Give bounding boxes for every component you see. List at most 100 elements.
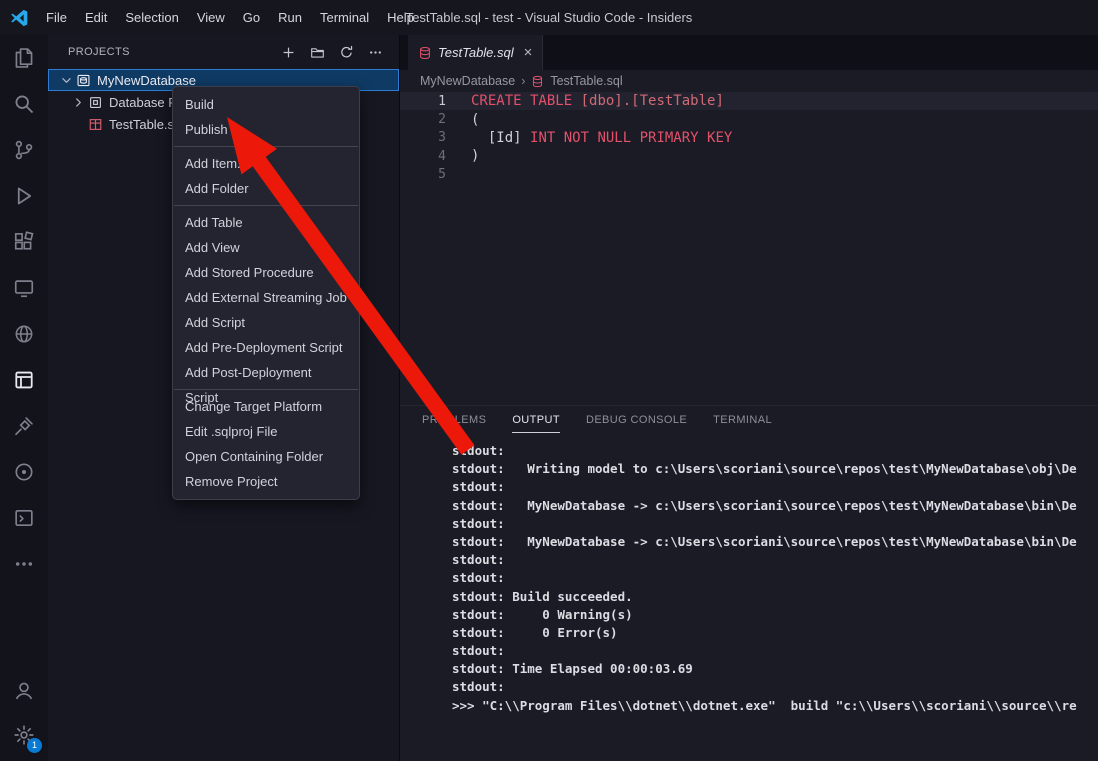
context-menu-item-add-post-deployment-script[interactable]: Add Post-Deployment Script <box>173 360 359 385</box>
database-file-icon <box>531 75 544 88</box>
sidebar-header: PROJECTS <box>48 35 399 69</box>
references-icon <box>88 95 103 110</box>
menu-run[interactable]: Run <box>269 0 311 35</box>
panel-tab-bar: PROBLEMS OUTPUT DEBUG CONSOLE TERMINAL <box>400 406 1098 434</box>
remote-explorer-icon <box>13 277 35 299</box>
activity-bar-item-live-share[interactable] <box>0 311 48 357</box>
add-icon <box>281 45 296 60</box>
output-line: >>> "C:\\Program Files\\dotnet\\dotnet.e… <box>452 697 1098 715</box>
context-menu-item-build[interactable]: Build <box>173 92 359 117</box>
line-number: 4 <box>400 149 446 164</box>
context-menu-item-add-view[interactable]: Add View <box>173 235 359 260</box>
output-console[interactable]: stdout:stdout: Writing model to c:\Users… <box>400 434 1098 761</box>
menu-terminal[interactable]: Terminal <box>311 0 378 35</box>
panel-tab-output[interactable]: OUTPUT <box>512 414 560 426</box>
tab-label: TestTable.sql <box>438 45 514 60</box>
context-menu-item-add-folder[interactable]: Add Folder <box>173 176 359 201</box>
activity-bar-item-settings[interactable]: 1 <box>0 713 48 757</box>
context-menu-item-edit-sqlproj-file[interactable]: Edit .sqlproj File <box>173 419 359 444</box>
context-menu-item-add-pre-deployment-script[interactable]: Add Pre-Deployment Script <box>173 335 359 360</box>
line-number: 5 <box>400 167 446 182</box>
breadcrumb: MyNewDatabase › TestTable.sql <box>400 70 1098 92</box>
line-number: 1 <box>400 94 446 109</box>
menu-selection[interactable]: Selection <box>116 0 187 35</box>
line-number: 2 <box>400 112 446 127</box>
panel-tab-terminal[interactable]: TERMINAL <box>713 414 772 426</box>
tab-close-icon[interactable]: × <box>524 45 533 60</box>
context-menu-item-change-target-platform[interactable]: Change Target Platform <box>173 394 359 419</box>
database-file-icon <box>418 46 432 60</box>
menu-edit[interactable]: Edit <box>76 0 116 35</box>
code-line[interactable]: 5 <box>400 166 1098 184</box>
context-menu-item-publish[interactable]: Publish <box>173 117 359 142</box>
code-line[interactable]: 2( <box>400 110 1098 128</box>
connections-icon <box>13 415 35 437</box>
database-projects-icon <box>13 369 35 391</box>
activity-bar-item-extensions[interactable] <box>0 219 48 265</box>
context-menu-item-add-script[interactable]: Add Script <box>173 310 359 335</box>
output-line: stdout: <box>452 442 1098 460</box>
open-folder-icon <box>310 45 325 60</box>
output-line: stdout: Writing model to c:\Users\scoria… <box>452 460 1098 478</box>
activity-bar-item-explorer[interactable] <box>0 35 48 81</box>
open-project-button[interactable] <box>307 42 327 62</box>
context-menu-item-add-item[interactable]: Add Item... <box>173 151 359 176</box>
breadcrumb-item-file[interactable]: TestTable.sql <box>550 74 622 88</box>
more-actions-button[interactable] <box>365 42 385 62</box>
activity-bar-item-more[interactable] <box>0 541 48 587</box>
activity-bar-item-notebooks[interactable] <box>0 495 48 541</box>
activity-bar-item-source-control[interactable] <box>0 127 48 173</box>
menu-separator <box>174 205 358 206</box>
context-menu-item-add-stored-procedure[interactable]: Add Stored Procedure <box>173 260 359 285</box>
refresh-projects-button[interactable] <box>336 42 356 62</box>
code-line[interactable]: 1CREATE TABLE [dbo].[TestTable] <box>400 92 1098 110</box>
code-line-text: ( <box>446 112 479 128</box>
editor-tab-testtable[interactable]: TestTable.sql × <box>408 35 543 70</box>
code-editor[interactable]: 1CREATE TABLE [dbo].[TestTable]2(3 [Id] … <box>400 92 1098 184</box>
code-line[interactable]: 3 [Id] INT NOT NULL PRIMARY KEY <box>400 129 1098 147</box>
editor-group: TestTable.sql × MyNewDatabase › TestTabl… <box>399 35 1098 761</box>
activity-bar-item-remote-explorer[interactable] <box>0 265 48 311</box>
output-line: stdout: MyNewDatabase -> c:\Users\scoria… <box>452 533 1098 551</box>
context-menu-item-open-containing-folder[interactable]: Open Containing Folder <box>173 444 359 469</box>
activity-bar-item-search[interactable] <box>0 81 48 127</box>
vscode-logo-icon <box>9 8 29 28</box>
more-icon <box>13 553 35 575</box>
activity-bar-item-accounts[interactable] <box>0 669 48 713</box>
output-line: stdout: <box>452 551 1098 569</box>
database-project-icon <box>76 73 91 88</box>
panel-tab-problems[interactable]: PROBLEMS <box>422 414 486 426</box>
more-icon <box>368 45 383 60</box>
activity-bar-item-database-projects[interactable] <box>0 357 48 403</box>
search-icon <box>13 93 35 115</box>
breadcrumb-item-project[interactable]: MyNewDatabase <box>420 74 515 88</box>
chevron-right-icon <box>72 96 85 109</box>
activity-bar-item-connections[interactable] <box>0 403 48 449</box>
menu-help[interactable]: Help <box>378 0 423 35</box>
code-line-text: ) <box>446 148 479 164</box>
context-menu-item-add-table[interactable]: Add Table <box>173 210 359 235</box>
title-bar: FileEditSelectionViewGoRunTerminalHelp T… <box>0 0 1098 35</box>
notebooks-icon <box>13 507 35 529</box>
code-line-text: CREATE TABLE [dbo].[TestTable] <box>446 93 724 109</box>
menu-go[interactable]: Go <box>234 0 269 35</box>
activity-bar-item-run-and-debug[interactable] <box>0 173 48 219</box>
menu-view[interactable]: View <box>188 0 234 35</box>
panel-tab-debug-console[interactable]: DEBUG CONSOLE <box>586 414 687 426</box>
output-line: stdout: <box>452 478 1098 496</box>
code-line-text: [Id] INT NOT NULL PRIMARY KEY <box>446 130 732 146</box>
menu-file[interactable]: File <box>37 0 76 35</box>
context-menu: BuildPublish Add Item...Add Folder Add Tab… <box>172 86 360 500</box>
line-number: 3 <box>400 130 446 145</box>
breadcrumb-separator-icon: › <box>521 74 525 88</box>
tab-bar: TestTable.sql × <box>400 35 1098 70</box>
add-project-button[interactable] <box>278 42 298 62</box>
output-line: stdout: <box>452 678 1098 696</box>
bottom-panel: PROBLEMS OUTPUT DEBUG CONSOLE TERMINAL stdo… <box>400 405 1098 761</box>
context-menu-item-add-external-streaming-job[interactable]: Add External Streaming Job <box>173 285 359 310</box>
activity-bar: 1 <box>0 35 48 761</box>
code-line[interactable]: 4) <box>400 147 1098 165</box>
sql-extension-icon <box>13 461 35 483</box>
activity-bar-item-sql-extension[interactable] <box>0 449 48 495</box>
context-menu-item-remove-project[interactable]: Remove Project <box>173 469 359 494</box>
